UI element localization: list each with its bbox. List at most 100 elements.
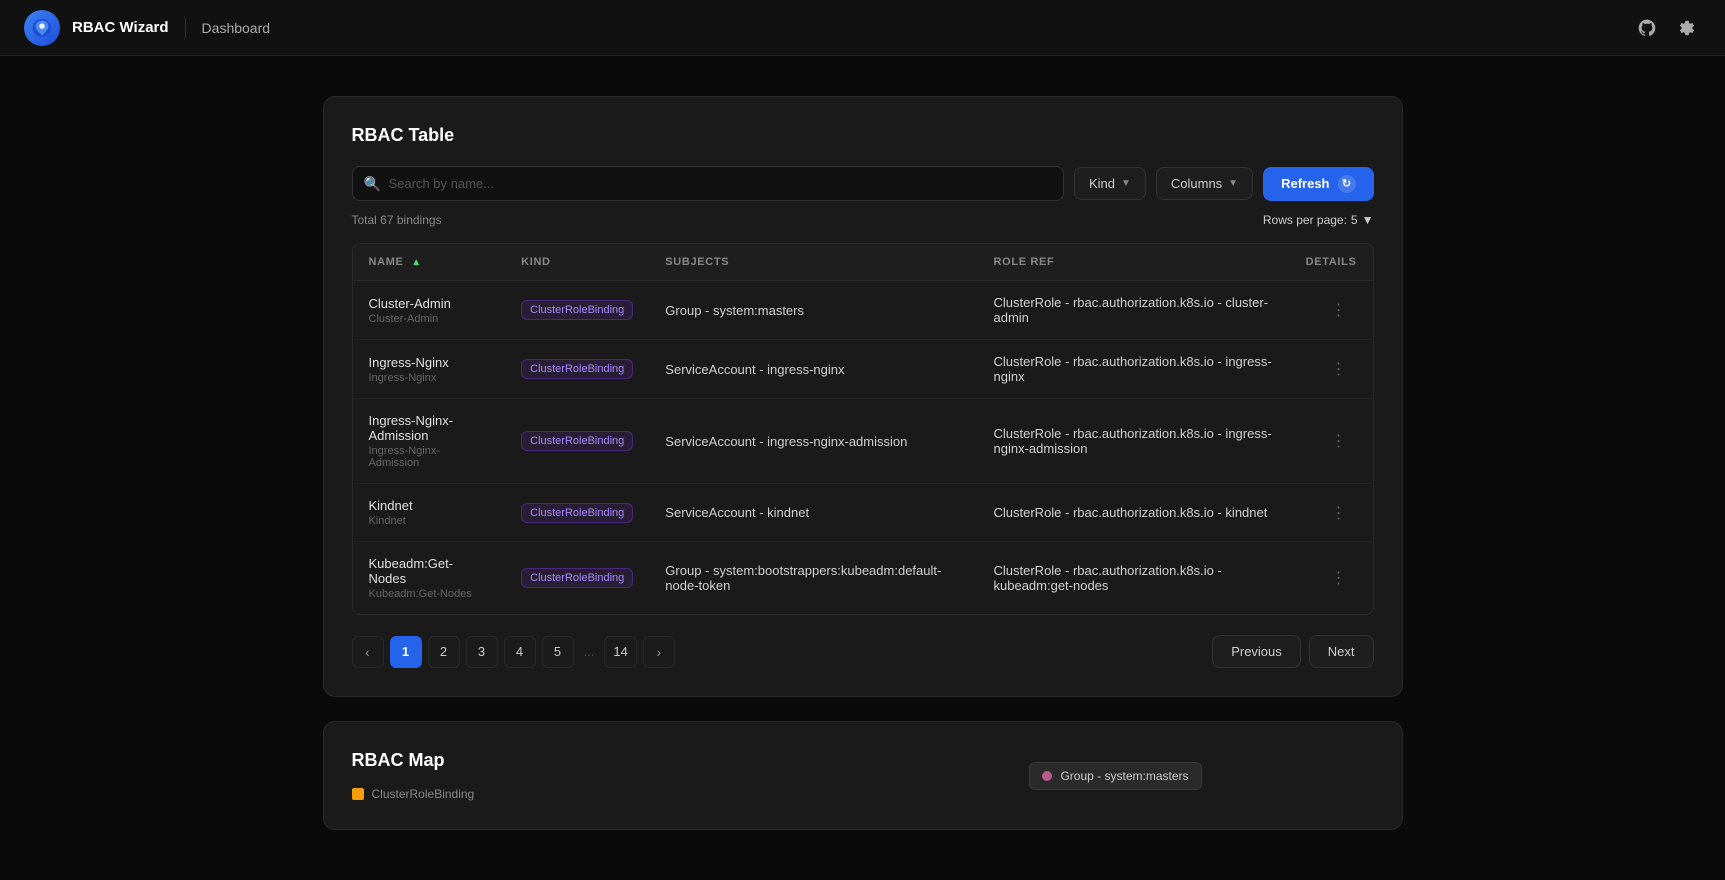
subjects-cell: ServiceAccount - ingress-nginx-admission: [649, 399, 977, 484]
subjects-cell: ServiceAccount - ingress-nginx: [649, 340, 977, 399]
roleref-cell: ClusterRole - rbac.authorization.k8s.io …: [978, 281, 1290, 340]
col-name[interactable]: NAME ▲: [353, 244, 506, 281]
pagination-container: ‹ 1 2 3 4 5 ... 14 › Previous Next: [352, 635, 1374, 668]
kind-badge: ClusterRoleBinding: [521, 300, 633, 320]
name-cell: Ingress-Nginx-Admission Ingress-Nginx-Ad…: [353, 399, 506, 484]
rows-per-page-chevron-icon: ▼: [1362, 213, 1374, 227]
table-row[interactable]: Cluster-Admin Cluster-Admin ClusterRoleB…: [353, 281, 1373, 340]
subjects-cell: Group - system:masters: [649, 281, 977, 340]
kind-chevron-icon: ▼: [1121, 178, 1131, 189]
kind-cell: ClusterRoleBinding: [505, 542, 649, 615]
table-row[interactable]: Ingress-Nginx-Admission Ingress-Nginx-Ad…: [353, 399, 1373, 484]
subjects-cell: Group - system:bootstrappers:kubeadm:def…: [649, 542, 977, 615]
github-icon[interactable]: [1633, 14, 1661, 42]
rbac-map-card: RBAC Map ClusterRoleBinding Group - syst…: [323, 721, 1403, 830]
name-primary: Cluster-Admin: [369, 296, 490, 311]
rbac-table-title: RBAC Table: [352, 125, 1374, 146]
next-button[interactable]: Next: [1309, 635, 1374, 668]
kind-cell: ClusterRoleBinding: [505, 281, 649, 340]
page-2-button[interactable]: 2: [428, 636, 460, 668]
rows-per-page-control[interactable]: Rows per page: 5 ▼: [1263, 213, 1374, 227]
row-details-button[interactable]: ⋮: [1323, 355, 1357, 383]
cursor-indicator: [1042, 771, 1052, 781]
table-row[interactable]: Ingress-Nginx Ingress-Nginx ClusterRoleB…: [353, 340, 1373, 399]
search-input[interactable]: [352, 166, 1064, 201]
table-header-row: NAME ▲ KIND SUBJECTS ROLE REF DETAILS: [353, 244, 1373, 281]
roleref-cell: ClusterRole - rbac.authorization.k8s.io …: [978, 399, 1290, 484]
header-actions: [1633, 14, 1701, 42]
app-header: RBAC Wizard Dashboard: [0, 0, 1725, 56]
page-3-button[interactable]: 3: [466, 636, 498, 668]
previous-button[interactable]: Previous: [1212, 635, 1301, 668]
name-secondary: Ingress-Nginx: [369, 372, 490, 384]
main-content: RBAC Table 🔍 Kind ▼ Columns ▼ Refresh ↻ …: [0, 56, 1725, 870]
header-divider: [185, 18, 186, 38]
page-5-button[interactable]: 5: [542, 636, 574, 668]
name-cell: Kindnet Kindnet: [353, 484, 506, 542]
prev-arrow-button[interactable]: ‹: [352, 636, 384, 668]
page-4-button[interactable]: 4: [504, 636, 536, 668]
sort-icon: ▲: [411, 257, 422, 268]
name-secondary: Kindnet: [369, 515, 490, 527]
details-cell: ⋮: [1290, 399, 1373, 484]
kind-cell: ClusterRoleBinding: [505, 484, 649, 542]
kind-cell: ClusterRoleBinding: [505, 399, 649, 484]
kind-cell: ClusterRoleBinding: [505, 340, 649, 399]
page-dots: ...: [580, 644, 599, 659]
name-primary: Kindnet: [369, 498, 490, 513]
details-cell: ⋮: [1290, 281, 1373, 340]
page-14-button[interactable]: 14: [604, 636, 636, 668]
name-secondary: Ingress-Nginx-Admission: [369, 445, 490, 469]
kind-badge: ClusterRoleBinding: [521, 503, 633, 523]
roleref-cell: ClusterRole - rbac.authorization.k8s.io …: [978, 542, 1290, 615]
details-cell: ⋮: [1290, 340, 1373, 399]
rbac-data-table: NAME ▲ KIND SUBJECTS ROLE REF DETAILS Cl…: [352, 243, 1374, 615]
table-row[interactable]: Kindnet Kindnet ClusterRoleBinding Servi…: [353, 484, 1373, 542]
legend-label: ClusterRoleBinding: [372, 787, 475, 801]
rbac-map-title: RBAC Map: [352, 750, 1374, 771]
row-details-button[interactable]: ⋮: [1323, 296, 1357, 324]
subjects-cell: ServiceAccount - kindnet: [649, 484, 977, 542]
rbac-table-card: RBAC Table 🔍 Kind ▼ Columns ▼ Refresh ↻ …: [323, 96, 1403, 697]
kind-badge: ClusterRoleBinding: [521, 568, 633, 588]
columns-filter-button[interactable]: Columns ▼: [1156, 167, 1253, 200]
table-meta-row: Total 67 bindings Rows per page: 5 ▼: [352, 213, 1374, 227]
name-cell: Kubeadm:Get-Nodes Kubeadm:Get-Nodes: [353, 542, 506, 615]
kind-badge: ClusterRoleBinding: [521, 359, 633, 379]
map-legend: ClusterRoleBinding: [352, 787, 1374, 801]
name-cell: Cluster-Admin Cluster-Admin: [353, 281, 506, 340]
next-arrow-button[interactable]: ›: [643, 636, 675, 668]
settings-icon[interactable]: [1673, 14, 1701, 42]
name-secondary: Kubeadm:Get-Nodes: [369, 588, 490, 600]
row-details-button[interactable]: ⋮: [1323, 499, 1357, 527]
nav-dashboard[interactable]: Dashboard: [202, 20, 271, 36]
total-bindings-text: Total 67 bindings: [352, 213, 442, 227]
page-1-button[interactable]: 1: [390, 636, 422, 668]
roleref-cell: ClusterRole - rbac.authorization.k8s.io …: [978, 484, 1290, 542]
col-role-ref[interactable]: ROLE REF: [978, 244, 1290, 281]
roleref-cell: ClusterRole - rbac.authorization.k8s.io …: [978, 340, 1290, 399]
search-wrapper: 🔍: [352, 166, 1064, 201]
name-primary: Ingress-Nginx-Admission: [369, 413, 490, 443]
legend-dot: [352, 788, 364, 800]
table-row[interactable]: Kubeadm:Get-Nodes Kubeadm:Get-Nodes Clus…: [353, 542, 1373, 615]
row-details-button[interactable]: ⋮: [1323, 427, 1357, 455]
col-subjects[interactable]: SUBJECTS: [649, 244, 977, 281]
kind-filter-button[interactable]: Kind ▼: [1074, 167, 1146, 200]
details-cell: ⋮: [1290, 484, 1373, 542]
pagination-actions: Previous Next: [1212, 635, 1373, 668]
page-numbers: ‹ 1 2 3 4 5 ... 14 ›: [352, 636, 675, 668]
name-primary: Ingress-Nginx: [369, 355, 490, 370]
row-details-button[interactable]: ⋮: [1323, 564, 1357, 592]
columns-chevron-icon: ▼: [1228, 178, 1238, 189]
map-tooltip: Group - system:masters: [1029, 762, 1201, 790]
col-kind[interactable]: KIND: [505, 244, 649, 281]
col-details: DETAILS: [1290, 244, 1373, 281]
name-primary: Kubeadm:Get-Nodes: [369, 556, 490, 586]
refresh-button[interactable]: Refresh ↻: [1263, 167, 1373, 201]
table-toolbar: 🔍 Kind ▼ Columns ▼ Refresh ↻: [352, 166, 1374, 201]
name-cell: Ingress-Nginx Ingress-Nginx: [353, 340, 506, 399]
details-cell: ⋮: [1290, 542, 1373, 615]
tooltip-text: Group - system:masters: [1060, 769, 1188, 783]
refresh-icon: ↻: [1338, 175, 1356, 193]
